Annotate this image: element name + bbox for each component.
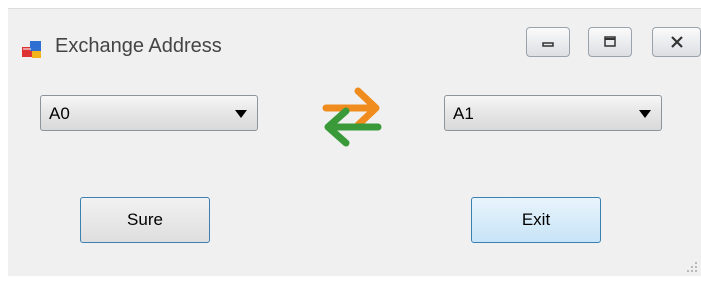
exit-button[interactable]: Exit (471, 197, 601, 243)
resize-grip-icon[interactable] (685, 260, 699, 274)
target-address-combobox[interactable]: A1 (444, 95, 662, 131)
app-icon (22, 41, 41, 58)
exchange-address-window: Exchange Address A0 A1 Sure Exit (8, 8, 701, 276)
dropdown-arrow-icon (639, 110, 651, 118)
maximize-button[interactable] (588, 27, 632, 57)
exchange-arrows-icon (322, 87, 382, 147)
dropdown-arrow-icon (235, 110, 247, 118)
minimize-icon (542, 42, 554, 47)
minimize-button[interactable] (526, 27, 570, 57)
maximize-icon (604, 36, 616, 47)
title-bar[interactable]: Exchange Address (8, 9, 701, 71)
close-button[interactable] (652, 27, 701, 57)
target-address-value: A1 (453, 104, 474, 123)
sure-button[interactable]: Sure (80, 197, 210, 243)
window-title: Exchange Address (55, 35, 222, 57)
close-icon (670, 36, 683, 48)
source-address-value: A0 (49, 104, 70, 123)
source-address-combobox[interactable]: A0 (40, 95, 258, 131)
